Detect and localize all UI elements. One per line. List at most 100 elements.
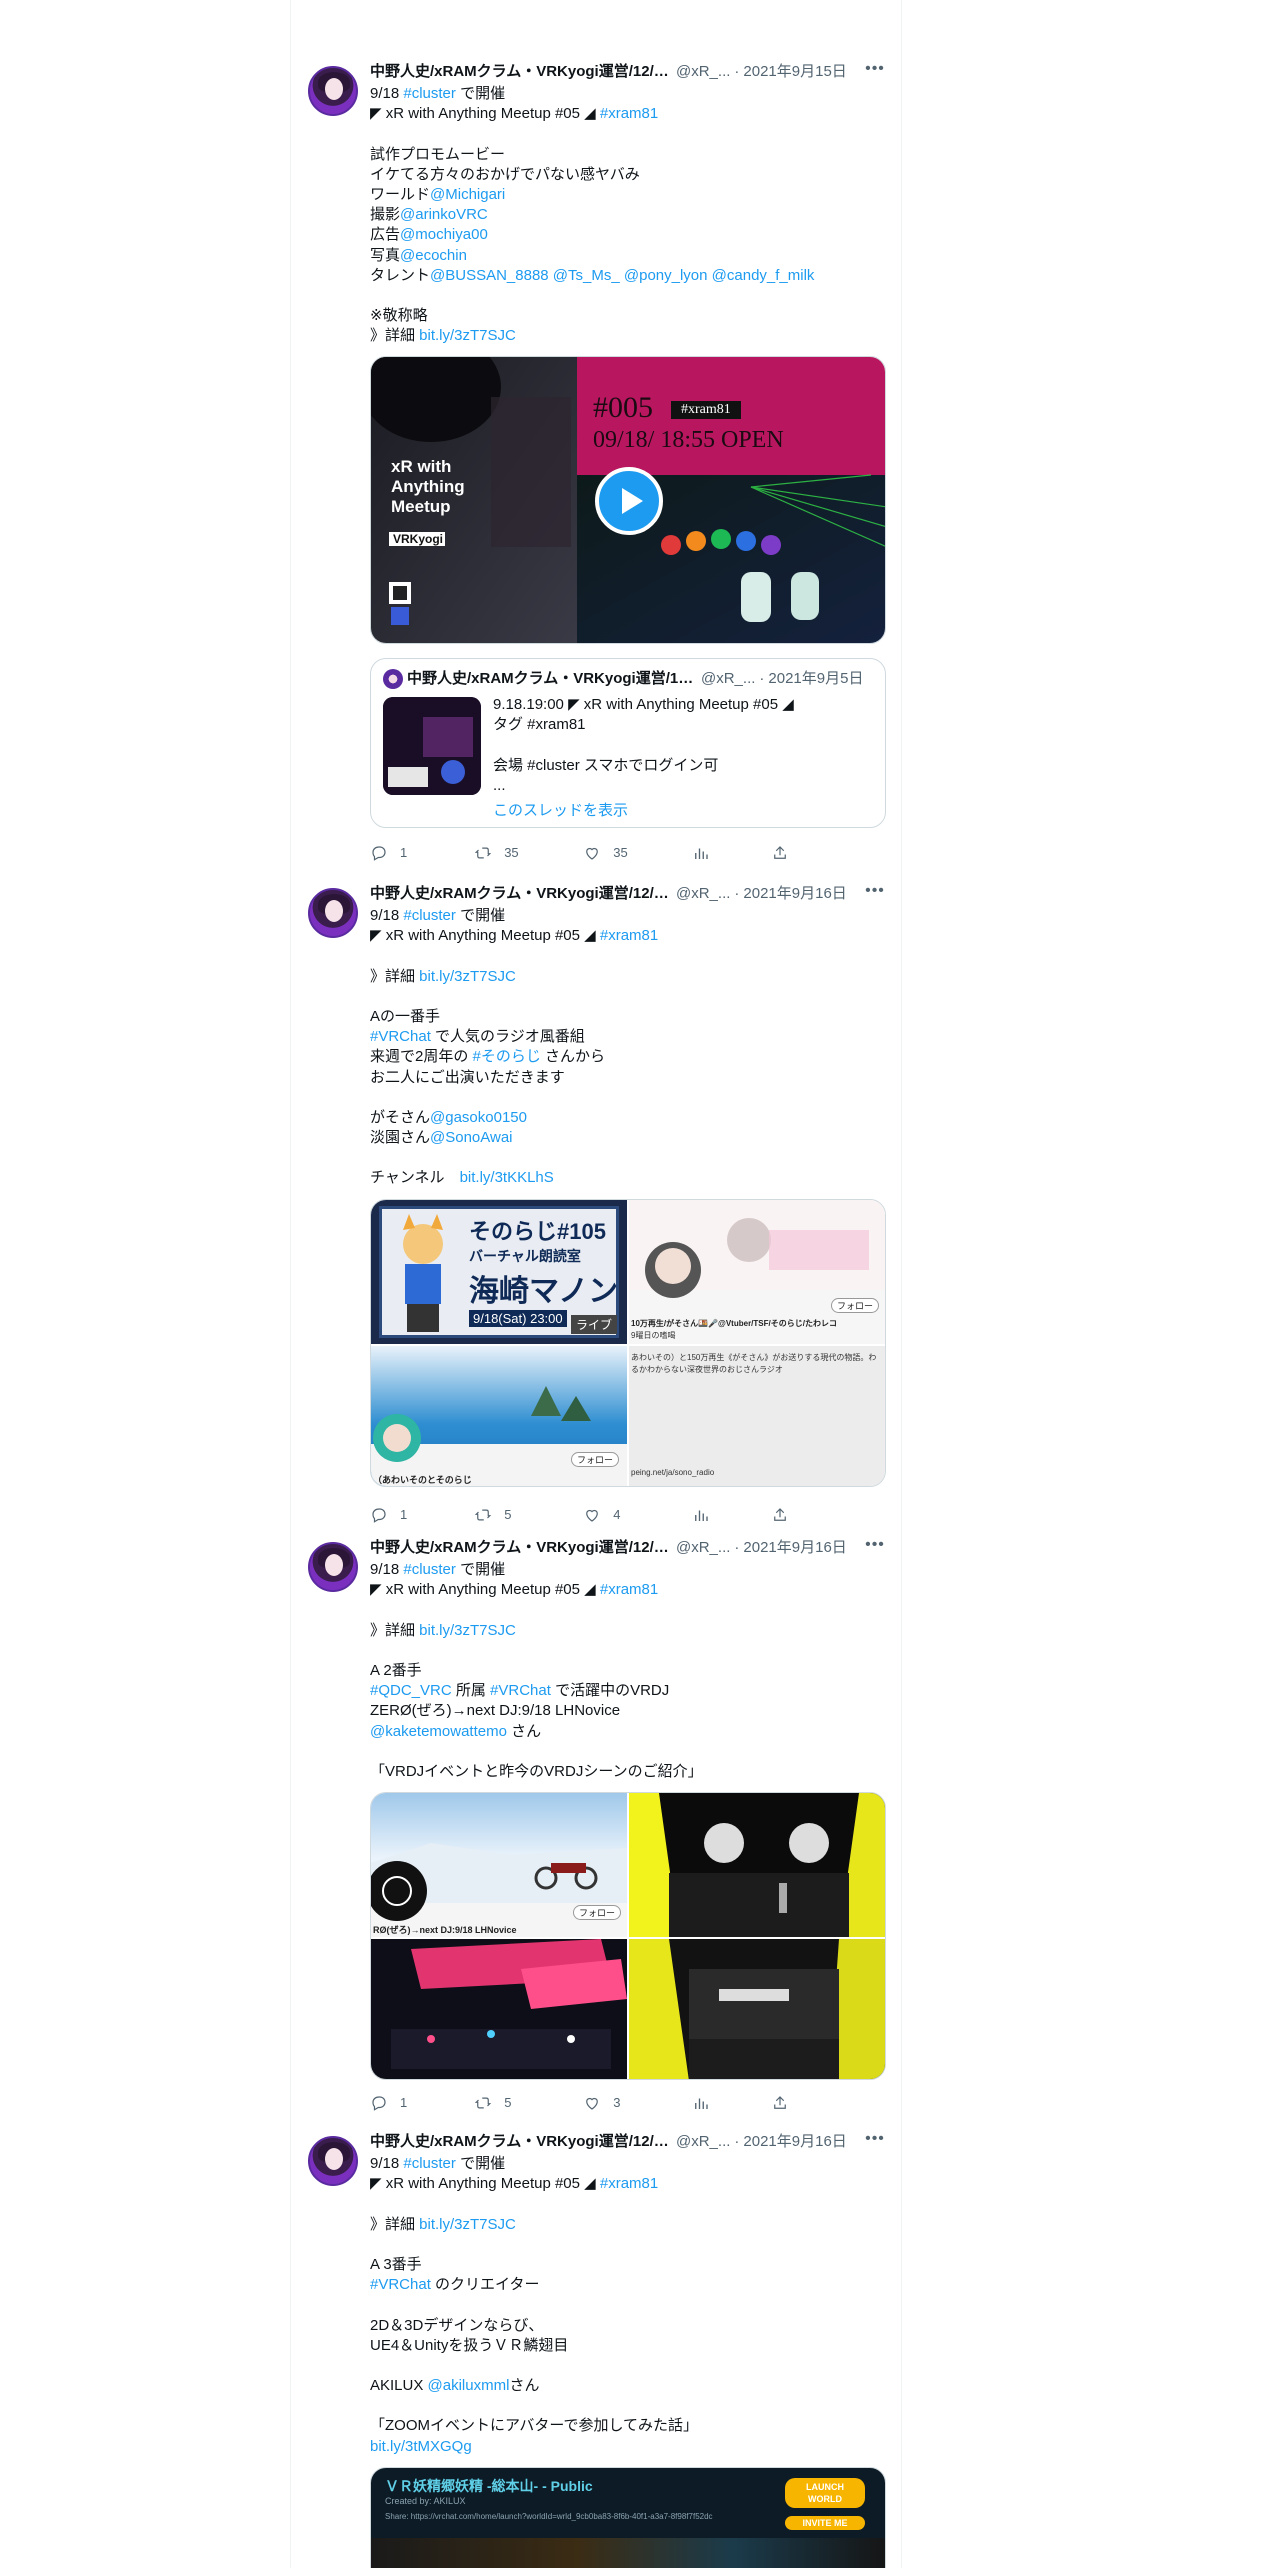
inline-link[interactable]: bit.ly/3tKKLhS [460, 1169, 554, 1186]
image-tile-club-stage[interactable] [629, 1939, 885, 2080]
like-button[interactable]: 4 [583, 1505, 692, 1525]
inline-link[interactable]: #xram81 [600, 1581, 658, 1598]
avatar[interactable] [308, 66, 358, 116]
more-options-icon[interactable]: ••• [864, 61, 886, 82]
inline-link[interactable]: #cluster [403, 907, 456, 924]
retweet-button[interactable]: 5 [474, 2093, 583, 2113]
inline-link[interactable]: bit.ly/3tMXGQg [370, 2438, 472, 2455]
tweet-header: 中野人史/xRAMクラム・VRKyogi運営/12/1... @xR_... ·… [370, 1538, 886, 1558]
tweet-date[interactable]: 2021年9月16日 [743, 2132, 846, 2152]
image-tile-sea[interactable]: フォロー （あわいそのとそのらじ [371, 1345, 627, 1486]
text-segment: 9/18 [370, 907, 404, 924]
inline-link[interactable]: #cluster [403, 2155, 456, 2172]
inline-link[interactable]: @ecochin [400, 247, 467, 264]
reply-button[interactable]: 1 [370, 2093, 474, 2113]
image-tile-radio[interactable]: そのらじ#105 バーチャル朗読室 海崎マノン 9/18(Sat) 23:00 … [371, 1199, 627, 1344]
more-options-icon[interactable]: ••• [864, 2131, 886, 2152]
reply-button[interactable]: 1 [370, 843, 474, 863]
image-tile-bio[interactable]: あわいその）と150万再生《がそさん》がお送りする現代の物語。わるかわからない深… [629, 1345, 885, 1486]
inline-link[interactable]: @SonoAwai [430, 1129, 513, 1146]
image-tile-snow[interactable]: フォロー RØ(ぜろ)→next DJ:9/18 LHNovice [371, 1793, 627, 1938]
separator-dot: · [734, 63, 740, 80]
avatar[interactable] [308, 1542, 358, 1592]
card-title: ＶＲ妖精郷妖精 -総本山- - Public [385, 2477, 593, 2494]
show-thread-link[interactable]: このスレッドを表示 [493, 799, 628, 820]
tweet-date[interactable]: 2021年9月15日 [743, 62, 846, 82]
inline-link[interactable]: #QDC_VRC [370, 1682, 452, 1699]
retweet-button[interactable]: 5 [474, 1505, 583, 1525]
reply-button[interactable]: 1 [370, 1505, 474, 1525]
author-handle[interactable]: @xR_... [676, 884, 730, 904]
image-grid[interactable]: フォロー RØ(ぜろ)→next DJ:9/18 LHNovice [370, 1792, 886, 2081]
tweet[interactable]: 中野人史/xRAMクラム・VRKyogi運営/12/1... @xR_... ·… [291, 2131, 903, 2568]
action-count: 1 [400, 1507, 408, 1522]
avatar[interactable] [308, 888, 358, 938]
more-options-icon[interactable]: ••• [864, 1537, 886, 1558]
like-button[interactable]: 3 [583, 2093, 692, 2113]
inline-link[interactable]: @kaketemowattemo [370, 1723, 507, 1740]
text-segment: 》詳細 [370, 327, 420, 345]
inline-link[interactable]: @gasoko0150 [430, 1109, 527, 1126]
inline-link[interactable]: #VRChat [490, 1682, 551, 1699]
views-button[interactable] [692, 1505, 771, 1525]
author-name[interactable]: 中野人史/xRAMクラム・VRKyogi運営/12/1... [370, 62, 672, 82]
retweet-button[interactable]: 35 [474, 843, 583, 863]
views-button[interactable] [692, 843, 771, 863]
inline-link[interactable]: #そのらじ [473, 1048, 541, 1065]
avatar[interactable] [308, 2136, 358, 2186]
follow-button[interactable]: フォロー [572, 1905, 621, 1921]
author-name[interactable]: 中野人史/xRAMクラム・VRKyogi運営/12/1... [370, 2132, 672, 2152]
image-grid[interactable]: そのらじ#105 バーチャル朗読室 海崎マノン 9/18(Sat) 23:00 … [370, 1198, 886, 1487]
inline-link[interactable]: @BUSSAN_8888 @Ts_Ms_ @pony_lyon @candy_f… [430, 267, 814, 284]
inline-link[interactable]: #xram81 [600, 927, 658, 944]
image-tile-club-yellow[interactable] [629, 1793, 885, 1938]
like-button[interactable]: 35 [583, 843, 692, 863]
image-tile-profile[interactable]: フォロー 10万再生/がそさん🍱🎤@Vtuber/TSF/そのらじ/たわレコ 9… [629, 1199, 885, 1344]
inline-link[interactable]: bit.ly/3zT7SJC [419, 327, 516, 344]
quoted-tweet[interactable]: 中野人史/xRAMクラム・VRKyogi運営/12/... @xR_... · … [370, 658, 886, 828]
text-segment: がそさん [370, 1108, 431, 1126]
inline-link[interactable]: #cluster [403, 1561, 456, 1578]
inline-link[interactable]: @arinkoVRC [400, 206, 488, 223]
play-button[interactable] [595, 467, 663, 536]
inline-link[interactable]: bit.ly/3zT7SJC [419, 2216, 516, 2233]
share-button[interactable] [771, 2093, 810, 2113]
follow-button[interactable]: フォロー [830, 1297, 879, 1313]
inline-link[interactable]: @Michigari [430, 186, 505, 203]
inline-link[interactable]: bit.ly/3zT7SJC [419, 968, 516, 985]
author-handle[interactable]: @xR_... [676, 1538, 730, 1558]
inline-link[interactable]: @mochiya00 [400, 226, 488, 243]
inline-link[interactable]: #VRChat [370, 1028, 431, 1045]
tweet-date[interactable]: 2021年9月16日 [743, 884, 846, 904]
inline-link[interactable]: bit.ly/3zT7SJC [419, 1622, 516, 1639]
follow-button[interactable]: フォロー [570, 1451, 619, 1467]
link-card[interactable]: ＶＲ妖精郷妖精 -総本山- - Public Created by: AKILU… [370, 2466, 886, 2568]
inline-link[interactable]: #VRChat [370, 2276, 431, 2293]
inline-link[interactable]: #xram81 [600, 2175, 658, 2192]
author-name[interactable]: 中野人史/xRAMクラム・VRKyogi運営/12/1... [370, 884, 672, 904]
tweet[interactable]: 中野人史/xRAMクラム・VRKyogi運営/12/1... @xR_... ·… [291, 1537, 903, 2130]
more-options-icon[interactable]: ••• [864, 883, 886, 904]
text-segment: 》詳細 [370, 1621, 420, 1639]
share-button[interactable] [771, 843, 810, 863]
author-name[interactable]: 中野人史/xRAMクラム・VRKyogi運営/12/1... [370, 1538, 672, 1558]
tweet[interactable]: 中野人史/xRAMクラム・VRKyogi運営/12/1... @xR_... ·… [291, 883, 903, 1534]
share-button[interactable] [771, 1505, 810, 1525]
retweet-icon [475, 1509, 492, 1521]
invite-me-button[interactable]: INVITE ME [785, 2515, 865, 2530]
tweet-text: 9/18 #cluster で開催 ◤ xR with Anything Meet… [370, 84, 886, 346]
quoted-avatar [383, 669, 403, 689]
author-handle[interactable]: @xR_... [676, 2132, 730, 2152]
image-tile-club-pink[interactable] [371, 1939, 627, 2080]
text-segment: 淡園さん [370, 1129, 431, 1147]
tweet-date[interactable]: 2021年9月16日 [743, 1538, 846, 1558]
author-handle[interactable]: @xR_... [676, 62, 730, 82]
tweet-text-line: 試作プロモムービー [370, 145, 886, 165]
views-button[interactable] [692, 2093, 771, 2113]
inline-link[interactable]: #cluster [403, 85, 456, 102]
video-player[interactable]: xR with Anything Meetup VRKyogi #005 #xr… [370, 356, 886, 645]
inline-link[interactable]: @akiluxmml [428, 2377, 510, 2394]
tweet[interactable]: 中野人史/xRAMクラム・VRKyogi運営/12/1... @xR_... ·… [291, 61, 903, 872]
launch-world-button[interactable]: LAUNCH WORLD [785, 2477, 865, 2508]
inline-link[interactable]: #xram81 [600, 105, 658, 122]
